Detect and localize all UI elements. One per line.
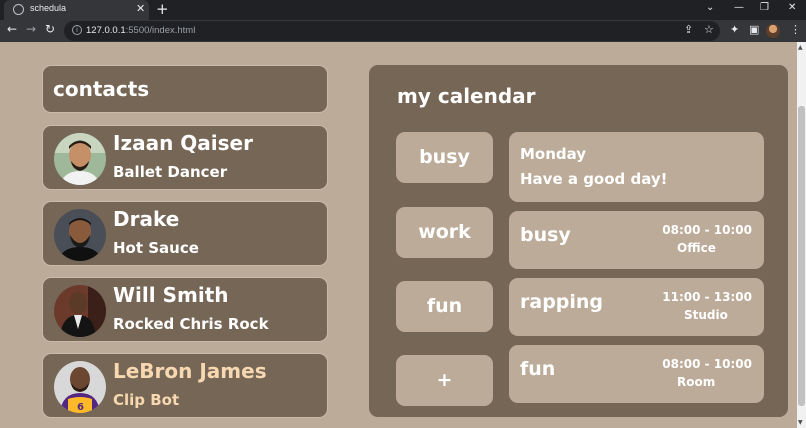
browser-toolbar: ← → ↻ i 127.0.0.1:5500/index.html ⇪ ☆ ✦ … [0, 20, 806, 42]
url-text[interactable]: 127.0.0.1:5500/index.html [86, 25, 195, 36]
scrollbar[interactable]: ▲ ▼ [797, 42, 806, 428]
event-time: 11:00 - 13:00 [662, 290, 752, 304]
info-icon[interactable]: i [72, 25, 82, 35]
contact-role: Ballet Dancer [113, 163, 228, 181]
close-window-icon[interactable]: ✕ [788, 2, 796, 13]
address-bar[interactable]: i 127.0.0.1:5500/index.html ⇪ ☆ [64, 21, 720, 41]
contact-avatar [54, 209, 106, 261]
event-name: fun [520, 358, 556, 380]
contact-role: Hot Sauce [113, 239, 199, 257]
extensions-icon[interactable]: ✦ [730, 23, 739, 36]
event-card[interactable]: fun 08:00 - 10:00 Room [509, 345, 764, 403]
today-day: Monday [520, 145, 587, 163]
tab-title: schedula [30, 3, 67, 13]
category-fun-button[interactable]: fun [396, 281, 493, 332]
today-card: Monday Have a good day! [509, 132, 764, 202]
add-category-button[interactable]: + [396, 355, 493, 406]
contact-name: LeBron James [113, 359, 267, 383]
scroll-up-icon[interactable]: ▲ [798, 44, 803, 51]
share-icon[interactable]: ⇪ [684, 23, 693, 36]
contact-avatar: 6 [54, 361, 106, 413]
contact-card[interactable]: Izaan Qaiser Ballet Dancer [42, 125, 328, 190]
event-name: rapping [520, 291, 604, 313]
side-panel-icon[interactable]: ▣ [749, 23, 759, 36]
event-time: 08:00 - 10:00 [662, 223, 752, 237]
event-card[interactable]: busy 08:00 - 10:00 Office [509, 211, 764, 269]
browser-tab[interactable]: schedula ✕ [4, 0, 149, 20]
category-busy-button[interactable]: busy [396, 132, 493, 183]
contact-name: Drake [113, 207, 180, 231]
contact-card[interactable]: Will Smith Rocked Chris Rock [42, 277, 328, 342]
event-name: busy [520, 224, 571, 246]
profile-avatar[interactable] [766, 24, 780, 38]
reload-icon[interactable]: ↻ [45, 22, 55, 36]
new-tab-icon[interactable]: + [156, 0, 169, 18]
event-place: Room [677, 375, 716, 389]
today-message: Have a good day! [520, 170, 668, 188]
menu-icon[interactable]: ⋮ [790, 23, 801, 36]
contact-card[interactable]: 6 LeBron James Clip Bot [42, 353, 328, 418]
tab-search-icon[interactable]: ⌄ [706, 2, 714, 13]
minimize-icon[interactable]: — [734, 2, 744, 13]
scrollbar-thumb[interactable] [798, 106, 805, 406]
browser-tabstrip: schedula ✕ + ⌄ — ❐ ✕ [0, 0, 806, 20]
event-place: Office [677, 241, 716, 255]
contact-role: Clip Bot [113, 391, 180, 409]
bookmark-star-icon[interactable]: ☆ [704, 23, 714, 36]
event-place: Studio [684, 308, 728, 322]
calendar-title: my calendar [397, 84, 536, 108]
contact-card[interactable]: Drake Hot Sauce [42, 201, 328, 266]
contact-avatar [54, 133, 106, 185]
event-card[interactable]: rapping 11:00 - 13:00 Studio [509, 278, 764, 336]
event-time: 08:00 - 10:00 [662, 357, 752, 371]
contacts-title: contacts [53, 77, 150, 101]
svg-text:6: 6 [77, 402, 84, 413]
contact-avatar [54, 285, 106, 337]
contacts-header: contacts [42, 65, 328, 113]
contact-name: Izaan Qaiser [113, 131, 253, 155]
forward-icon[interactable]: → [26, 22, 36, 36]
scroll-down-icon[interactable]: ▼ [798, 419, 803, 426]
close-tab-icon[interactable]: ✕ [136, 2, 145, 15]
globe-icon [13, 4, 24, 15]
restore-icon[interactable]: ❐ [760, 2, 769, 13]
contact-role: Rocked Chris Rock [113, 315, 269, 333]
category-work-button[interactable]: work [396, 207, 493, 258]
back-icon[interactable]: ← [7, 22, 17, 36]
contact-name: Will Smith [113, 283, 229, 307]
